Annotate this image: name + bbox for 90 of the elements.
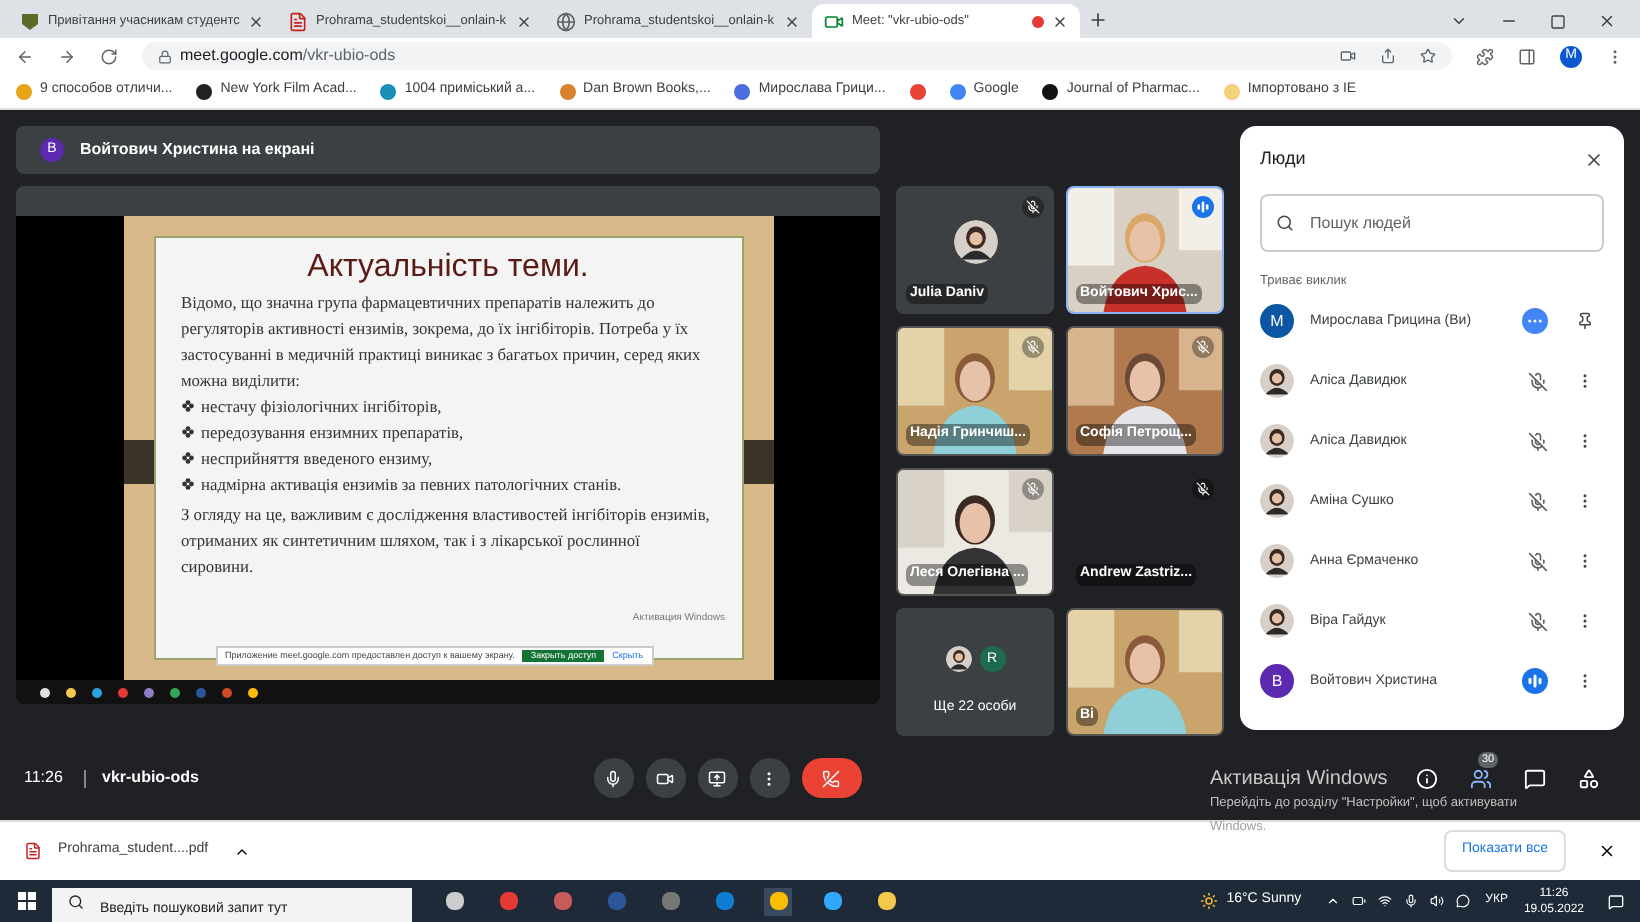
reload-icon[interactable]: [100, 47, 118, 65]
close-icon[interactable]: [784, 13, 800, 29]
microphone-icon: [604, 769, 623, 787]
app-icon[interactable]: [92, 687, 102, 697]
chat-icon[interactable]: [1524, 767, 1546, 789]
close-icon[interactable]: [1598, 842, 1616, 860]
bullet-icon: [181, 478, 193, 490]
battery-icon[interactable]: [1351, 894, 1366, 908]
close-icon[interactable]: [248, 13, 264, 29]
app-icon[interactable]: [872, 887, 900, 915]
side-panel-icon[interactable]: [1518, 47, 1536, 65]
slide-bullet: передозування ензимних препаратів,: [201, 422, 464, 446]
slide-title: Актуальність теми.: [305, 248, 591, 288]
microphone-button[interactable]: [593, 758, 634, 798]
slide-bullet: надмірна активація ензимів за певних патологічних станів.: [201, 474, 622, 498]
muted-icon: [1022, 336, 1044, 359]
close-icon[interactable]: [1598, 12, 1616, 30]
bullet-icon: [181, 426, 193, 438]
crest-icon: [20, 11, 40, 31]
close-icon[interactable]: [1052, 13, 1068, 29]
close-icon[interactable]: [1584, 150, 1604, 170]
people-icon[interactable]: [1470, 767, 1492, 789]
bookmark-icon[interactable]: [909, 83, 926, 99]
extensions-icon[interactable]: [1476, 47, 1494, 65]
tab-search-icon[interactable]: [1450, 12, 1468, 30]
app-icon[interactable]: [170, 687, 180, 697]
bullet-icon: [181, 452, 193, 464]
lock-icon: [158, 49, 172, 63]
meeting-code: vkr-ubio-ods: [102, 766, 199, 790]
speaking-icon: [1192, 196, 1214, 218]
pdf-icon: [288, 11, 308, 31]
avatar: В: [1260, 664, 1294, 699]
bookmark-star-icon[interactable]: [1420, 48, 1436, 64]
volume-icon[interactable]: [1429, 894, 1444, 908]
search-icon: [1276, 214, 1294, 232]
app-icon[interactable]: [66, 687, 76, 697]
search-field[interactable]: Пошук людей: [1260, 194, 1604, 252]
tray-chevron-icon[interactable]: [1325, 894, 1340, 908]
slide-bullet: несприйняття введеного ензиму,: [201, 448, 433, 472]
network-icon[interactable]: [1377, 894, 1392, 908]
muted-icon: [1022, 477, 1044, 499]
activities-icon[interactable]: [1578, 767, 1600, 789]
meeting-time: 11:26: [24, 766, 65, 790]
forward-icon[interactable]: [58, 47, 76, 65]
share-icon[interactable]: [1380, 48, 1396, 64]
maximize-icon[interactable]: [1550, 14, 1566, 30]
avatar: [1260, 484, 1294, 519]
camera-icon: [656, 769, 675, 787]
presenter-text: Войтович Христина на екрані: [80, 138, 315, 162]
muted-icon: [1192, 336, 1214, 359]
close-icon[interactable]: [516, 13, 532, 29]
avatar: M: [1260, 304, 1294, 339]
address-field[interactable]: meet.google.com/vkr-ubio-ods: [142, 42, 1452, 70]
app-icon[interactable]: [764, 887, 792, 915]
app-icon[interactable]: [818, 887, 846, 915]
phone-icon: [822, 769, 841, 787]
slide-paragraph: З огляду на це, важливим є дослідження властивостей інгібіторів ензимів, отриманих як синтетичним шляхом, так і з лікарської рослинної сировини.: [181, 504, 712, 580]
chat-icon[interactable]: [1455, 894, 1470, 908]
info-icon[interactable]: [1416, 767, 1438, 789]
pin-icon[interactable]: [1575, 312, 1593, 331]
app-icon[interactable]: [40, 687, 50, 697]
avatar: [945, 646, 971, 673]
avatar: [1260, 544, 1294, 579]
slide-paragraph: Відомо, що значна група фармацевтичних препаратів належить до регуляторів активності ензимів, зокрема, до їх інгібіторів. Потреба у їх застосуванні в медичній практиці виникає з багатьох причин, серед яких можна виділити:: [181, 292, 703, 394]
weather-icon: [1200, 892, 1219, 910]
leave-call-button[interactable]: [801, 758, 862, 798]
present-button[interactable]: [697, 758, 738, 798]
panel-title: Люди: [1260, 146, 1306, 173]
globe-icon: [556, 11, 576, 31]
avatar: [953, 220, 997, 265]
avatar: [1260, 364, 1294, 399]
bullet-icon: [181, 400, 193, 412]
activation-title: Активація Windows: [1210, 766, 1388, 794]
notifications-icon[interactable]: [1608, 893, 1624, 909]
present-icon: [708, 769, 727, 787]
options-icon[interactable]: [1522, 308, 1548, 335]
muted-icon: [1192, 477, 1214, 499]
app-icon[interactable]: [440, 887, 468, 915]
back-icon[interactable]: [16, 47, 34, 65]
camera-icon[interactable]: [1340, 48, 1356, 64]
microphone-icon[interactable]: [1403, 894, 1418, 908]
pdf-icon: [24, 842, 42, 860]
muted-icon: [1022, 196, 1044, 218]
slide-bullet: нестачу фізіологічних інгібіторів,: [201, 396, 442, 420]
camera-button[interactable]: [645, 758, 686, 798]
app-icon[interactable]: [248, 687, 258, 697]
new-tab-icon[interactable]: [1088, 10, 1108, 30]
avatar: [1260, 604, 1294, 639]
avatar: [1260, 424, 1294, 459]
camera-icon: [824, 11, 844, 31]
